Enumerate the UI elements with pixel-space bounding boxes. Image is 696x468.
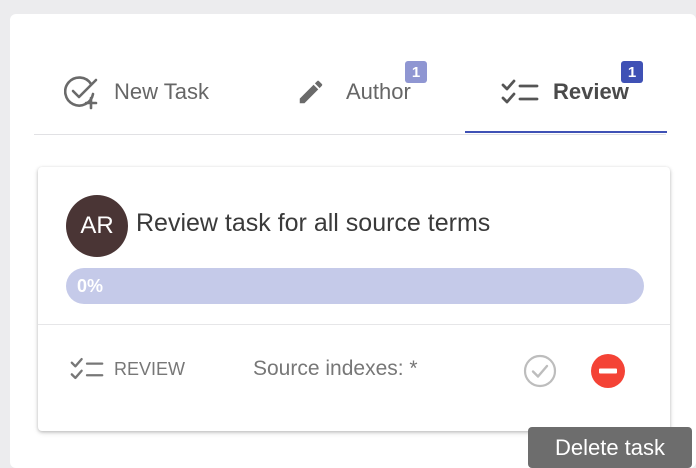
active-tab-indicator	[465, 131, 667, 133]
task-title: Review task for all source terms	[136, 209, 491, 237]
tab-new-task-label: New Task	[114, 79, 209, 104]
author-count-badge: 1	[405, 61, 427, 83]
tab-review[interactable]: Review	[501, 50, 629, 134]
pencil-icon	[296, 77, 326, 107]
add-task-icon	[64, 74, 102, 110]
check-circle-icon	[522, 354, 558, 393]
tab-review-label: Review	[553, 79, 629, 104]
progress-label: 0%	[77, 276, 104, 296]
task-card: AR Review task for all source terms 0% R…	[38, 167, 670, 431]
source-indexes: Source indexes: *	[253, 357, 418, 380]
task-tabs: New Task Author 1 Review 1	[34, 50, 667, 135]
approve-task-button[interactable]	[522, 353, 558, 389]
checklist-icon	[70, 357, 104, 381]
delete-task-button[interactable]	[590, 353, 626, 389]
tab-new-task[interactable]: New Task	[64, 50, 209, 134]
task-progress-bar: 0%	[66, 268, 644, 304]
checklist-icon	[501, 79, 539, 105]
task-type-label: REVIEW	[114, 358, 186, 379]
remove-circle-icon	[590, 354, 626, 393]
delete-task-tooltip: Delete task	[528, 427, 692, 468]
card-divider	[38, 324, 670, 325]
task-type: REVIEW	[70, 357, 185, 381]
tab-author-label: Author	[346, 79, 411, 104]
tab-author[interactable]: Author	[296, 50, 411, 134]
avatar: AR	[66, 195, 128, 257]
review-count-badge: 1	[621, 61, 643, 83]
